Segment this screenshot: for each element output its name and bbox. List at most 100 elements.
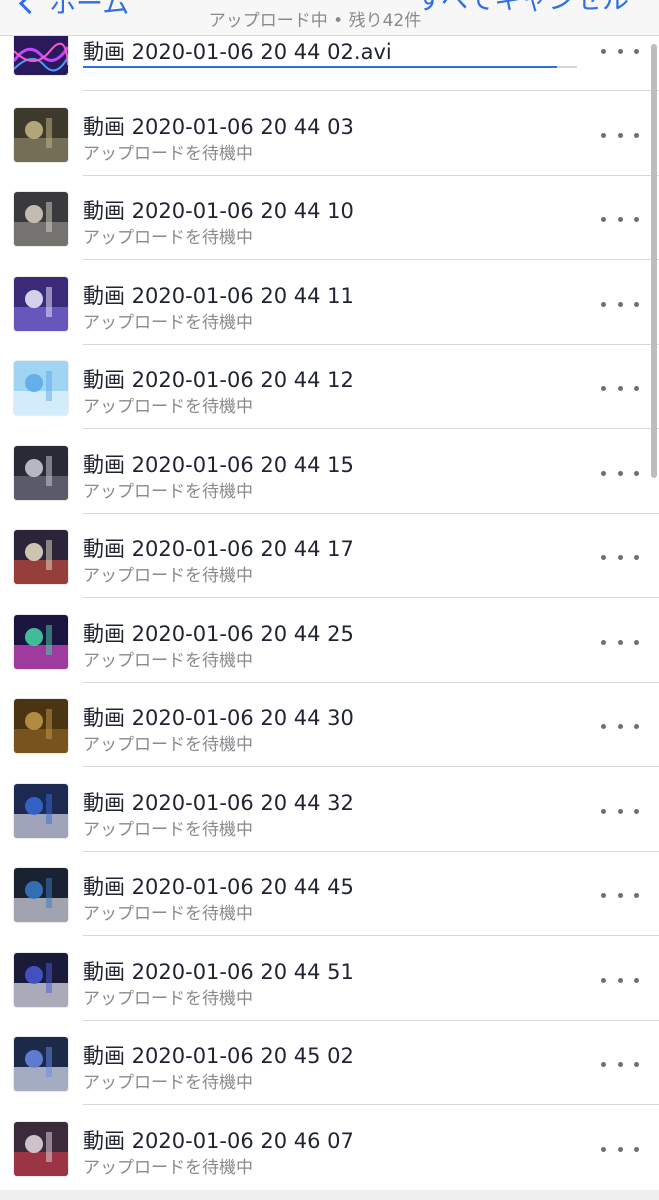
- more-dot: [617, 892, 623, 898]
- more-dot: [601, 1146, 606, 1152]
- upload-status: アップロードを待機中: [83, 313, 253, 333]
- more-dot: [617, 216, 623, 222]
- upload-status: アップロードを待機中: [83, 651, 253, 671]
- row-divider: [83, 428, 659, 429]
- upload-status: アップロードを待機中: [83, 735, 253, 755]
- video-thumbnail: [14, 361, 68, 415]
- upload-list: 動画 2020-01-06 20 44 02.avi 動画 2020-01-06…: [0, 0, 659, 1200]
- video-thumbnail: [14, 192, 68, 246]
- upload-status: アップロードを待機中: [83, 566, 253, 586]
- video-thumbnail: [14, 530, 68, 584]
- upload-queue-row[interactable]: 動画 2020-01-06 20 44 15 アップロードを待機中: [0, 430, 659, 514]
- video-thumbnail: [14, 953, 68, 1007]
- more-options-button[interactable]: [601, 542, 639, 572]
- video-title: 動画 2020-01-06 20 44 32: [83, 791, 354, 815]
- more-dot: [634, 1146, 639, 1152]
- more-dot: [617, 1061, 623, 1067]
- more-dot: [601, 808, 606, 814]
- more-options-button[interactable]: [601, 204, 639, 234]
- more-dot: [601, 301, 606, 307]
- upload-queue-row[interactable]: 動画 2020-01-06 20 44 17 アップロードを待機中: [0, 514, 659, 598]
- bottom-edge: [0, 1190, 659, 1200]
- more-dot: [601, 48, 606, 54]
- more-dot: [634, 48, 639, 54]
- more-options-button[interactable]: [601, 36, 639, 66]
- video-title: 動画 2020-01-06 20 44 15: [83, 453, 354, 477]
- upload-status: アップロードを待機中: [83, 144, 253, 164]
- video-thumbnail: [14, 699, 68, 753]
- video-thumbnail: [14, 615, 68, 669]
- more-dot: [601, 132, 606, 138]
- video-thumbnail: [14, 1037, 68, 1091]
- row-divider: [83, 766, 659, 767]
- more-dot: [617, 48, 623, 54]
- more-options-button[interactable]: [601, 120, 639, 150]
- upload-queue-row[interactable]: 動画 2020-01-06 20 44 30 アップロードを待機中: [0, 683, 659, 767]
- more-dot: [601, 977, 606, 983]
- upload-status: アップロードを待機中: [83, 904, 253, 924]
- more-dot: [617, 301, 623, 307]
- upload-queue-row[interactable]: 動画 2020-01-06 20 44 03 アップロードを待機中: [0, 92, 659, 176]
- upload-queue-row[interactable]: 動画 2020-01-06 20 44 10 アップロードを待機中: [0, 176, 659, 260]
- more-options-button[interactable]: [601, 1049, 639, 1079]
- video-title: 動画 2020-01-06 20 44 12: [83, 368, 354, 392]
- upload-status: アップロードを待機中: [83, 1073, 253, 1093]
- more-dot: [601, 723, 606, 729]
- cancel-all-button[interactable]: すべてキャンセル: [416, 0, 629, 18]
- more-options-button[interactable]: [601, 965, 639, 995]
- more-dot: [601, 385, 606, 391]
- video-thumbnail: [14, 784, 68, 838]
- more-options-button[interactable]: [601, 711, 639, 741]
- video-title: 動画 2020-01-06 20 44 03: [83, 115, 354, 139]
- more-dot: [617, 723, 623, 729]
- video-thumbnail: [14, 277, 68, 331]
- more-dot: [617, 132, 623, 138]
- upload-status: アップロードを待機中: [83, 989, 253, 1009]
- upload-queue-row[interactable]: 動画 2020-01-06 20 44 45 アップロードを待機中: [0, 852, 659, 936]
- video-thumbnail: [14, 1122, 68, 1176]
- more-dot: [634, 554, 639, 560]
- more-options-button[interactable]: [601, 796, 639, 826]
- upload-progress-bar: [83, 66, 577, 68]
- upload-queue-screen: 動画 2020-01-06 20 44 02.avi 動画 2020-01-06…: [0, 0, 659, 1200]
- more-dot: [634, 385, 639, 391]
- row-divider: [83, 259, 659, 260]
- upload-queue-row[interactable]: 動画 2020-01-06 20 45 02 アップロードを待機中: [0, 1021, 659, 1105]
- upload-queue-row[interactable]: 動画 2020-01-06 20 46 07 アップロードを待機中: [0, 1106, 659, 1190]
- more-dot: [617, 1146, 623, 1152]
- video-title: 動画 2020-01-06 20 44 17: [83, 537, 354, 561]
- video-title: 動画 2020-01-06 20 44 51: [83, 960, 354, 984]
- video-thumbnail: [14, 108, 68, 162]
- more-options-button[interactable]: [601, 1134, 639, 1164]
- upload-queue-row[interactable]: 動画 2020-01-06 20 44 12 アップロードを待機中: [0, 345, 659, 429]
- video-title: 動画 2020-01-06 20 46 07: [83, 1129, 354, 1153]
- more-dot: [617, 639, 623, 645]
- upload-queue-row[interactable]: 動画 2020-01-06 20 44 11 アップロードを待機中: [0, 261, 659, 345]
- more-dot: [601, 216, 606, 222]
- more-options-button[interactable]: [601, 458, 639, 488]
- more-dot: [634, 216, 639, 222]
- upload-progress-fill: [83, 66, 558, 68]
- more-dot: [634, 977, 639, 983]
- row-divider: [83, 90, 659, 91]
- video-title: 動画 2020-01-06 20 44 25: [83, 622, 354, 646]
- more-dot: [634, 892, 639, 898]
- nav-bar: ホーム アップロード中 • 残り42件 すべてキャンセル: [0, 0, 659, 36]
- video-title: 動画 2020-01-06 20 44 30: [83, 706, 354, 730]
- upload-queue-row[interactable]: 動画 2020-01-06 20 44 25 アップロードを待機中: [0, 599, 659, 683]
- more-options-button[interactable]: [601, 289, 639, 319]
- upload-queue-row[interactable]: 動画 2020-01-06 20 44 32 アップロードを待機中: [0, 768, 659, 852]
- more-options-button[interactable]: [601, 373, 639, 403]
- scrollbar[interactable]: [651, 44, 657, 478]
- more-options-button[interactable]: [601, 627, 639, 657]
- upload-queue-row[interactable]: 動画 2020-01-06 20 44 51 アップロードを待機中: [0, 937, 659, 1021]
- more-dot: [601, 470, 606, 476]
- video-thumbnail: [14, 868, 68, 922]
- row-divider: [83, 935, 659, 936]
- video-title: 動画 2020-01-06 20 44 45: [83, 875, 354, 899]
- more-dot: [601, 554, 606, 560]
- more-options-button[interactable]: [601, 880, 639, 910]
- more-dot: [617, 470, 623, 476]
- more-dot: [634, 723, 639, 729]
- video-thumbnail: [14, 446, 68, 500]
